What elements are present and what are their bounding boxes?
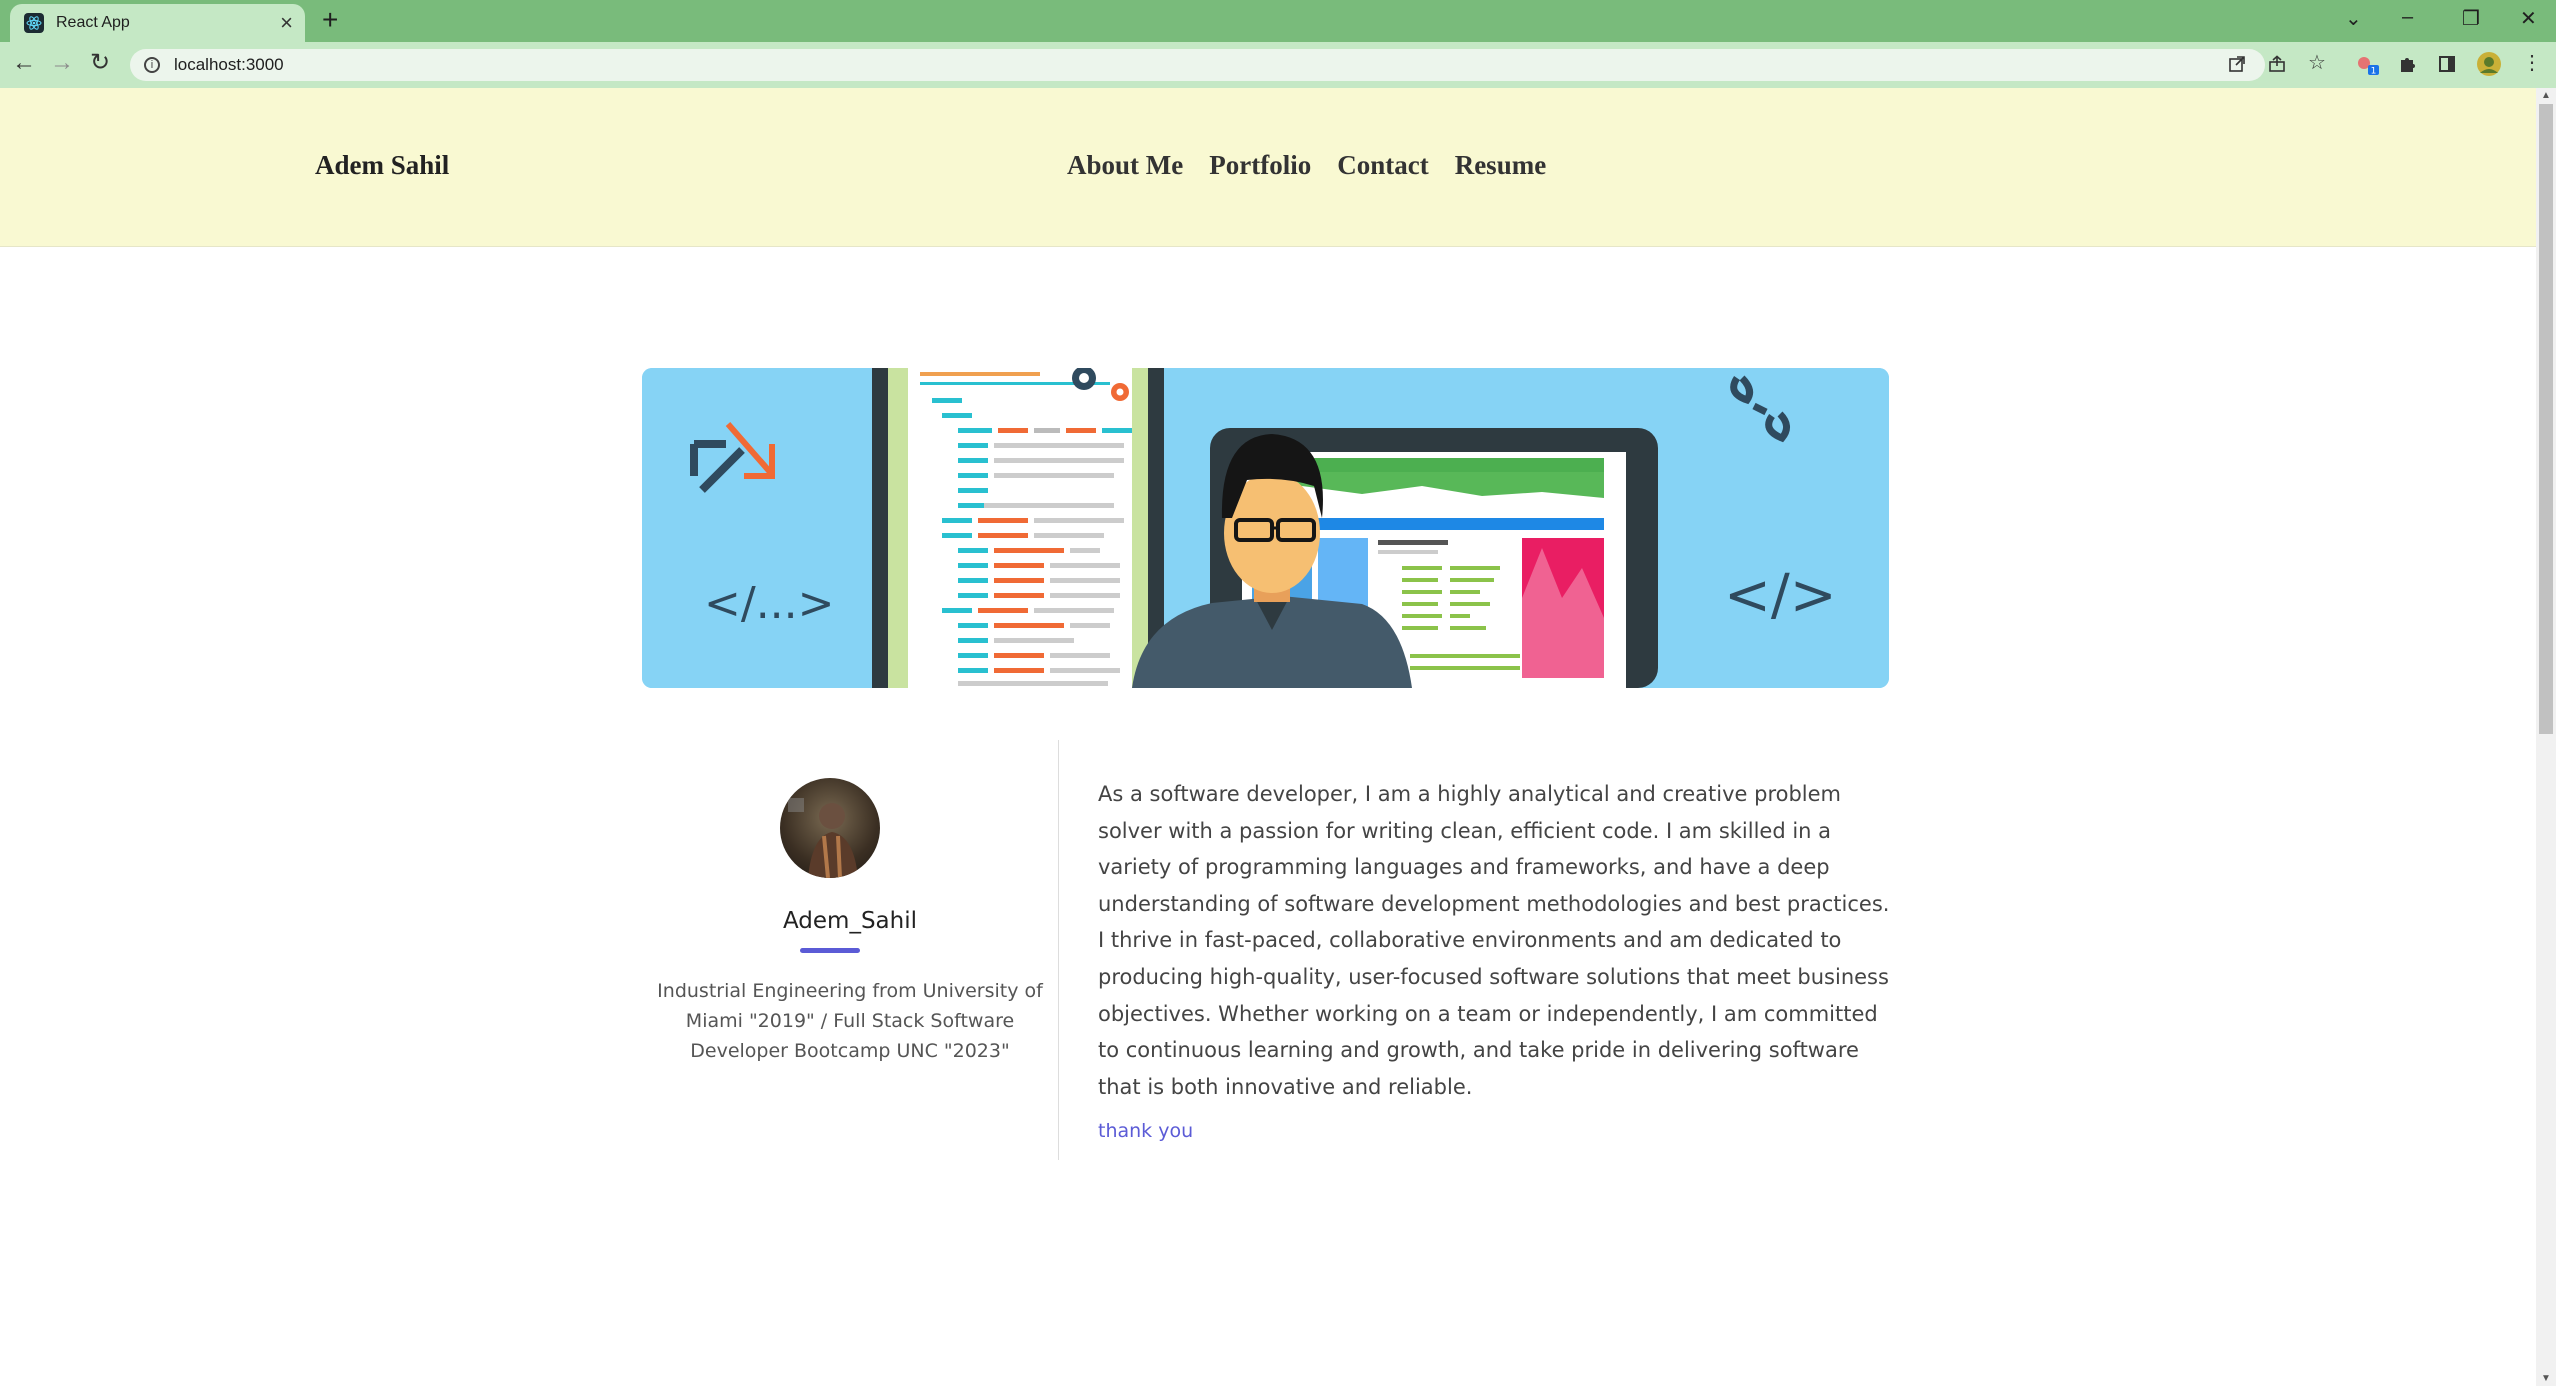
developer-illustration: </...> </> [642, 368, 1889, 688]
reload-icon[interactable]: ↻ [90, 51, 110, 75]
tab-search-chevron-icon[interactable]: ⌄ [2345, 6, 2362, 31]
banner-code-tag-left: </...> [704, 578, 835, 629]
restore-icon[interactable]: ❐ [2462, 6, 2480, 31]
thank-you-link[interactable]: thank you [1098, 1120, 1893, 1142]
nav-contact[interactable]: Contact [1337, 150, 1428, 181]
browser-menu-icon[interactable]: ⋮ [2522, 53, 2542, 73]
scroll-up-icon[interactable]: ▲ [2541, 90, 2551, 101]
tab-close-icon[interactable]: × [280, 12, 293, 34]
banner-code-tag-right: </> [1724, 563, 1837, 628]
new-tab-icon[interactable]: + [322, 6, 338, 34]
side-panel-icon[interactable] [2438, 55, 2456, 77]
extension-badge-count: 1 [2371, 67, 2377, 76]
about-paragraph: As a software developer, I am a highly a… [1098, 782, 1890, 1099]
browser-toolbar: ← → ↻ i localhost:3000 ☆ 1 ⋮ [0, 42, 2556, 88]
scroll-down-icon[interactable]: ▼ [2541, 1373, 2551, 1384]
scroll-thumb[interactable] [2539, 104, 2553, 734]
bookmark-star-icon[interactable]: ☆ [2308, 53, 2326, 73]
tab-title: React App [56, 14, 130, 31]
nav-portfolio[interactable]: Portfolio [1209, 150, 1311, 181]
about-section: As a software developer, I am a highly a… [1098, 776, 1893, 1142]
site-info-icon[interactable]: i [144, 57, 160, 73]
share-icon[interactable] [2268, 55, 2286, 77]
extensions-puzzle-icon[interactable] [2398, 54, 2418, 78]
window-close-icon[interactable]: ✕ [2520, 6, 2537, 31]
avatar [780, 778, 880, 878]
forward-arrow-icon[interactable]: → [50, 51, 74, 75]
extension-badge-icon[interactable]: 1 [2356, 55, 2380, 79]
back-arrow-icon[interactable]: ← [12, 51, 36, 75]
url-text: localhost:3000 [174, 55, 284, 74]
browser-tab[interactable]: React App × [10, 4, 305, 42]
minimize-icon[interactable]: – [2402, 6, 2413, 29]
site-brand[interactable]: Adem Sahil [315, 150, 449, 181]
nav-resume[interactable]: Resume [1455, 150, 1546, 181]
nav-about-me[interactable]: About Me [1067, 150, 1183, 181]
username-underline [800, 948, 860, 953]
column-divider [1058, 740, 1059, 1160]
profile-card: Adem_Sahil Industrial Engineering from U… [642, 740, 1058, 1160]
address-bar[interactable]: i localhost:3000 [130, 49, 2265, 81]
profile-bio: Industrial Engineering from University o… [657, 980, 1043, 1062]
profile-avatar-icon[interactable] [2476, 51, 2502, 81]
site-header: Adem Sahil About Me Portfolio Contact Re… [0, 88, 2536, 247]
main-nav: About Me Portfolio Contact Resume [1067, 150, 1546, 181]
react-favicon-icon [24, 13, 44, 33]
open-external-icon[interactable] [2228, 55, 2246, 77]
browser-tab-bar: React App × + ⌄ – ❐ ✕ [0, 0, 2556, 42]
page-scrollbar[interactable]: ▲ ▼ [2536, 88, 2556, 1386]
profile-username: Adem_Sahil [782, 908, 918, 934]
hero-banner: </...> </> [642, 368, 1889, 688]
